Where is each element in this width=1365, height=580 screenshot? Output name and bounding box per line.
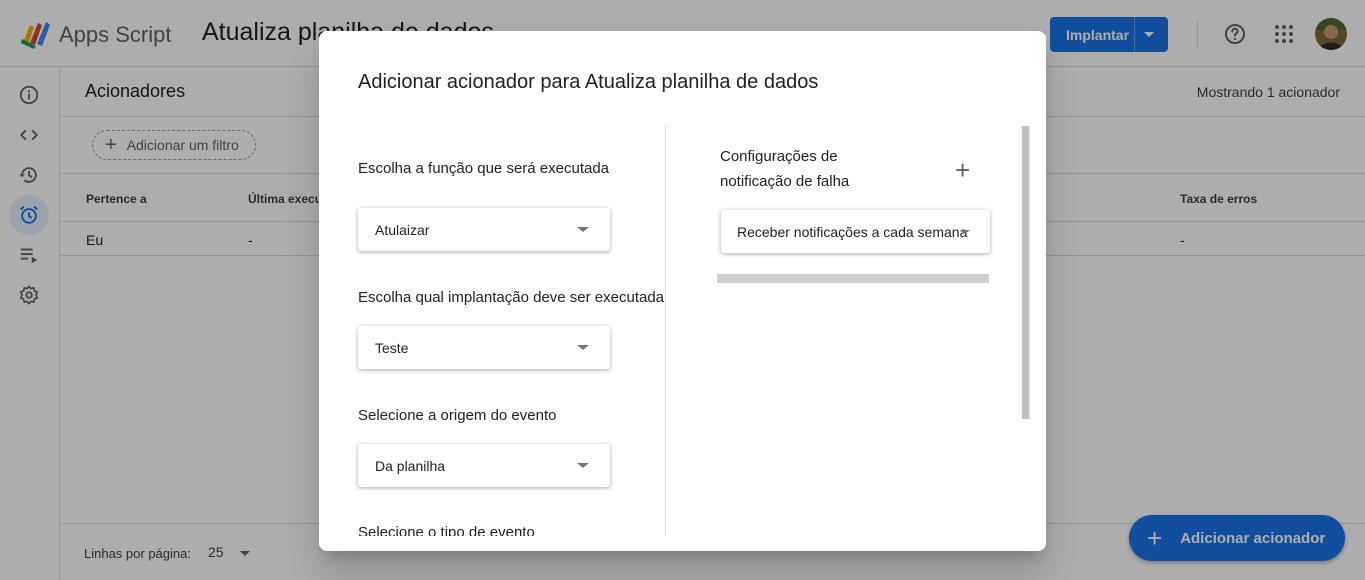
deployment-select[interactable]: Teste [358, 326, 610, 369]
event-source-select-value: Da planilha [375, 457, 446, 474]
deployment-select-value: Teste [375, 339, 409, 356]
deployment-label: Escolha qual implantação deve ser execut… [358, 289, 665, 306]
event-type-label: Selecione o tipo de evento [358, 524, 535, 536]
trigger-options-column[interactable]: Escolha a função que será executada Atul… [319, 125, 665, 536]
dropdown-arrow-icon [577, 227, 589, 232]
event-source-label: Selecione a origem do evento [358, 407, 557, 424]
add-notification-icon[interactable]: + [955, 157, 970, 183]
dialog-title: Adicionar acionador para Atualiza planil… [358, 71, 819, 93]
horizontal-scrollbar[interactable] [717, 274, 989, 283]
vertical-scrollbar-thumb[interactable] [1022, 126, 1029, 419]
dropdown-arrow-icon [577, 463, 589, 468]
failure-notification-label: Configurações de notificação de falha [720, 148, 850, 190]
notification-frequency-value: Receber notificações a cada semana [737, 223, 968, 240]
function-select-value: Atulaizar [375, 221, 430, 238]
notification-frequency-select[interactable]: Receber notificações a cada semana [721, 210, 990, 253]
dropdown-arrow-icon [960, 230, 970, 234]
function-label: Escolha a função que será executada [358, 160, 610, 177]
function-select[interactable]: Atulaizar [358, 208, 610, 251]
dropdown-arrow-icon [577, 345, 589, 350]
event-source-select[interactable]: Da planilha [358, 444, 610, 487]
add-trigger-button-dim [1129, 515, 1345, 561]
add-trigger-dialog: Adicionar acionador para Atualiza planil… [319, 31, 1046, 551]
column-divider [665, 125, 666, 536]
